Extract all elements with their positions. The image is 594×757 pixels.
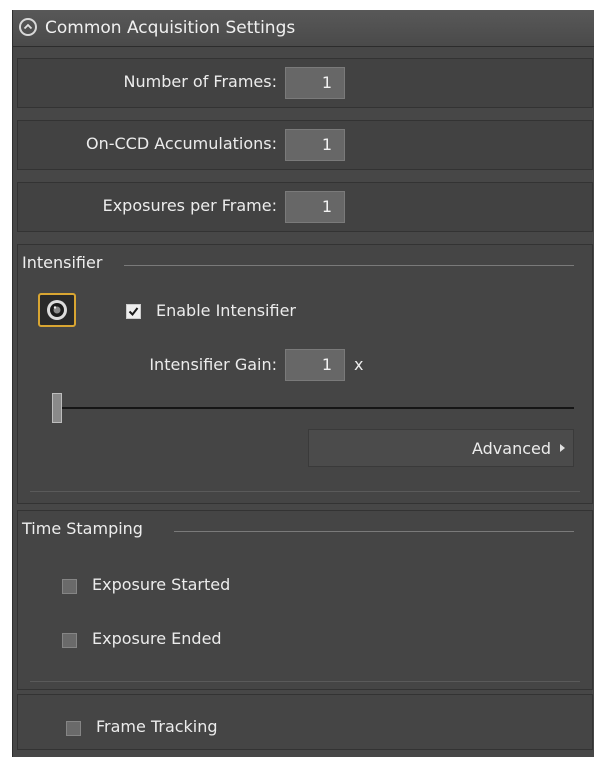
frame-tracking-row: Frame Tracking	[17, 694, 593, 750]
exposure-ended-checkbox[interactable]	[62, 633, 77, 648]
intensifier-section: Intensifier Enable Intensifier Intensifi…	[17, 244, 593, 504]
exposure-started-label: Exposure Started	[92, 575, 231, 594]
number-of-frames-input[interactable]: 1	[285, 67, 345, 99]
exposures-per-frame-input[interactable]: 1	[285, 191, 345, 223]
on-ccd-accumulations-input[interactable]: 1	[285, 129, 345, 161]
intensifier-gain-slider-thumb[interactable]	[52, 393, 62, 423]
frame-tracking-checkbox[interactable]	[66, 721, 81, 736]
intensifier-bottom-divider	[30, 491, 580, 492]
number-of-frames-label: Number of Frames:	[123, 72, 277, 91]
chevron-right-icon	[560, 444, 565, 452]
advanced-button[interactable]: Advanced	[308, 429, 574, 467]
intensifier-gain-slider-track[interactable]	[54, 407, 574, 409]
intensifier-title-divider	[124, 265, 574, 266]
on-ccd-accumulations-label: On-CCD Accumulations:	[85, 134, 277, 153]
acquisition-settings-panel: Common Acquisition Settings Number of Fr…	[12, 10, 594, 757]
section-header[interactable]: Common Acquisition Settings	[13, 10, 594, 47]
intensifier-gain-label: Intensifier Gain:	[149, 355, 277, 374]
section-title: Common Acquisition Settings	[45, 18, 296, 38]
frame-tracking-label: Frame Tracking	[96, 717, 218, 736]
exposure-started-checkbox[interactable]	[62, 579, 77, 594]
time-stamping-title-divider	[174, 531, 574, 532]
exposure-ended-label: Exposure Ended	[92, 629, 222, 648]
on-ccd-accumulations-row: On-CCD Accumulations: 1	[17, 120, 593, 170]
time-stamping-bottom-divider	[30, 681, 580, 682]
collapse-chevron-up-icon[interactable]	[19, 18, 37, 36]
intensifier-gain-unit: x	[354, 355, 364, 374]
intensifier-gain-input[interactable]: 1	[285, 349, 345, 381]
enable-intensifier-checkbox[interactable]	[126, 304, 141, 319]
enable-intensifier-label: Enable Intensifier	[156, 301, 296, 320]
number-of-frames-row: Number of Frames: 1	[17, 58, 593, 108]
intensifier-title: Intensifier	[22, 253, 103, 272]
time-stamping-section: Time Stamping Exposure Started Exposure …	[17, 510, 593, 690]
time-stamping-title: Time Stamping	[22, 519, 143, 538]
advanced-label: Advanced	[471, 439, 551, 458]
intensifier-camera-icon[interactable]	[38, 293, 76, 327]
exposures-per-frame-row: Exposures per Frame: 1	[17, 182, 593, 232]
exposures-per-frame-label: Exposures per Frame:	[102, 196, 277, 215]
